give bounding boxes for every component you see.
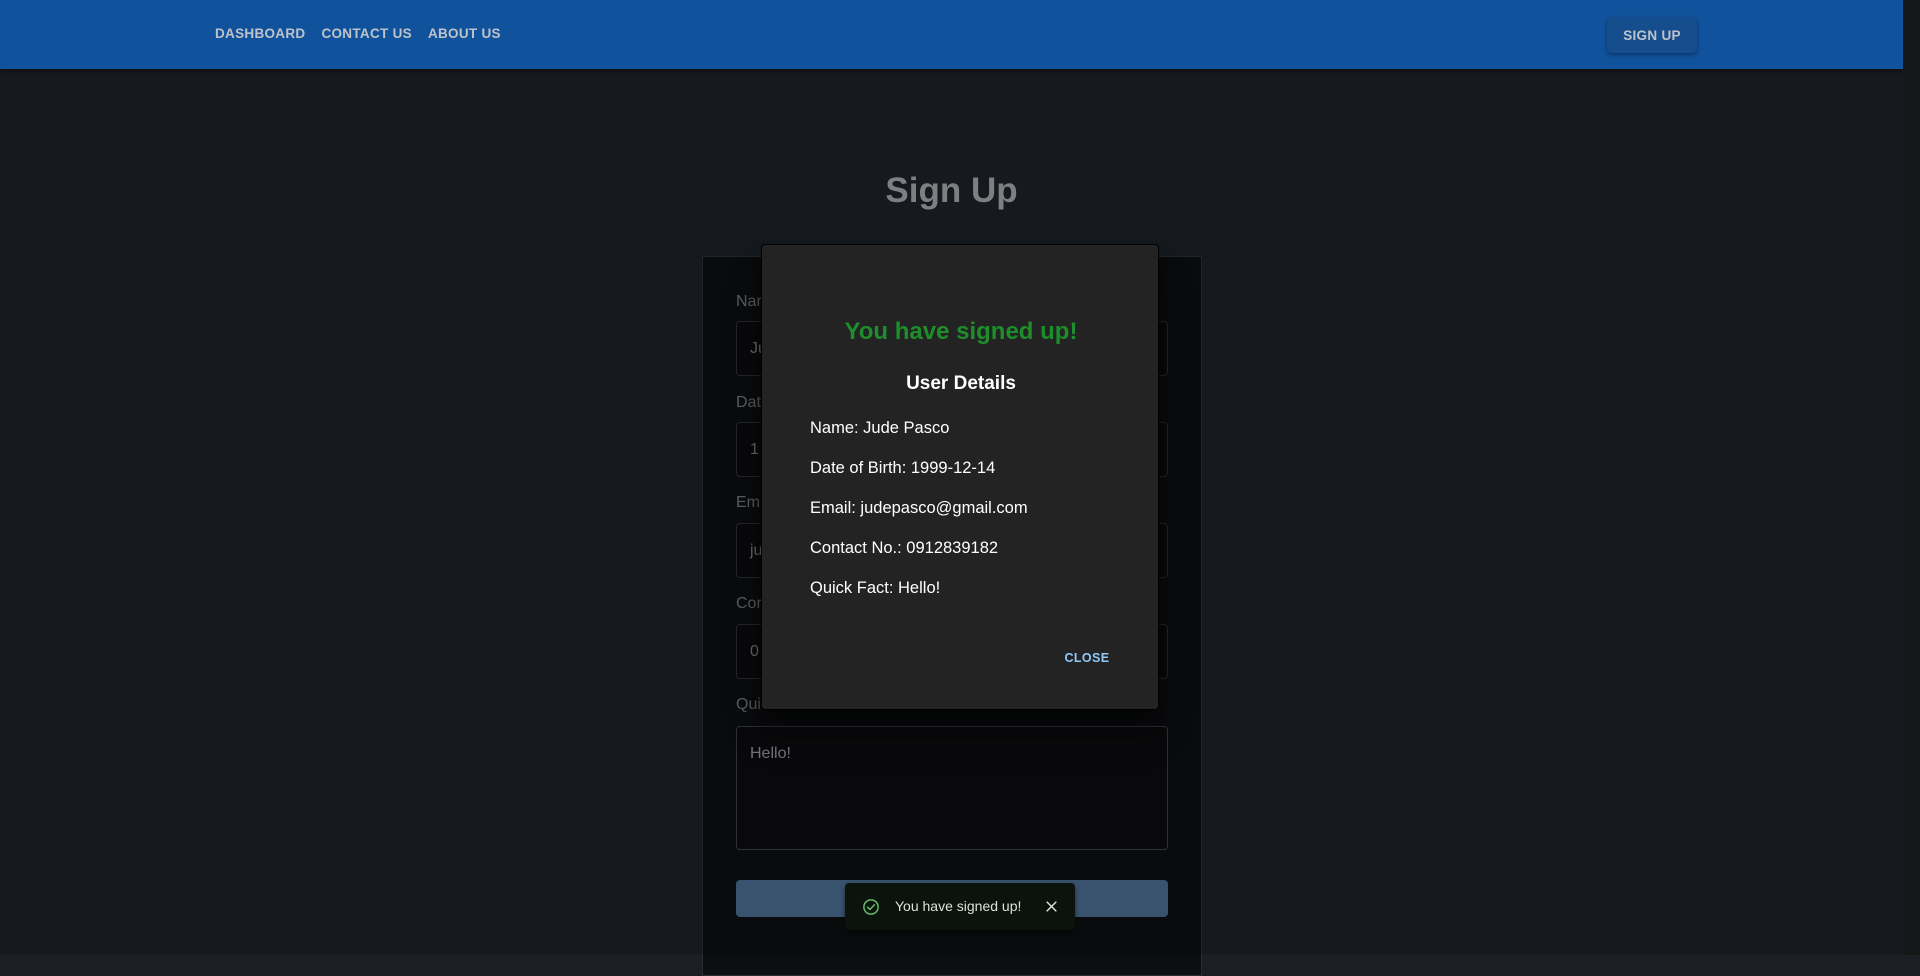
page-scrollbar[interactable]: [1903, 0, 1920, 955]
detail-name: Name: Jude Pasco: [810, 419, 950, 437]
close-icon[interactable]: [1044, 899, 1059, 914]
detail-contact: Contact No.: 0912839182: [810, 539, 999, 557]
snackbar-message: You have signed up!: [895, 898, 1022, 914]
detail-email: Email: judepasco@gmail.com: [810, 499, 1028, 517]
detail-dob: Date of Birth: 1999-12-14: [810, 459, 996, 477]
success-snackbar: You have signed up!: [845, 883, 1075, 930]
dialog-headline: You have signed up!: [844, 318, 1078, 345]
check-circle-icon: [863, 899, 879, 915]
dialog-subtitle: User Details: [906, 373, 1016, 394]
signup-success-dialog: You have signed up! User Details Name: J…: [761, 244, 1159, 710]
detail-quick-fact: Quick Fact: Hello!: [810, 579, 941, 597]
dialog-close-button[interactable]: CLOSE: [1057, 643, 1117, 673]
